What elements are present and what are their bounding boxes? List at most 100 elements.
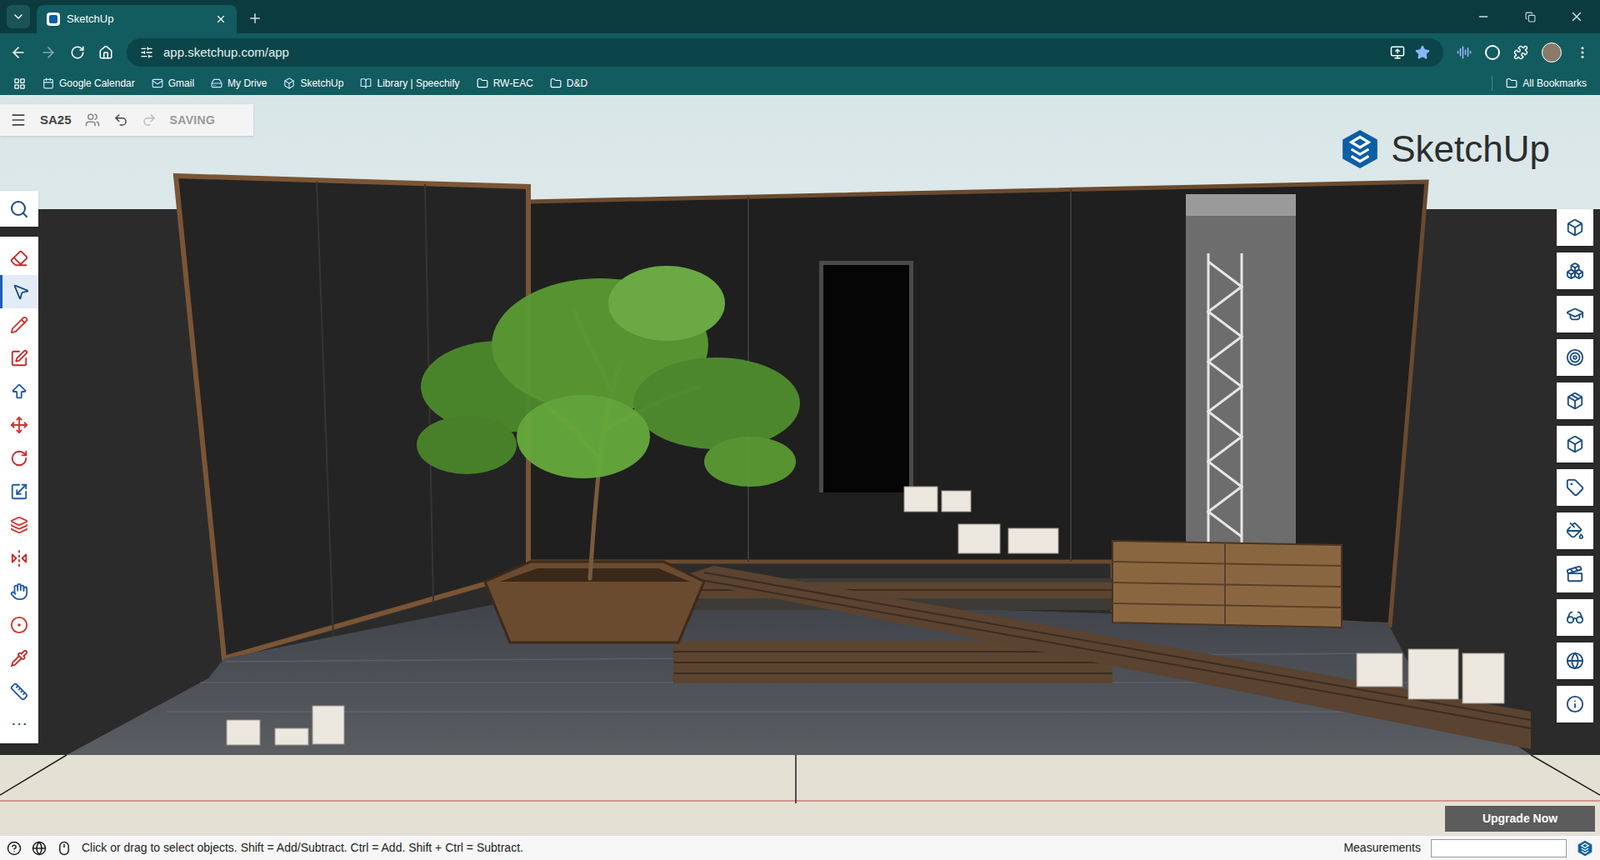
tool-button[interactable] [0, 375, 39, 409]
tool-button[interactable] [0, 275, 39, 309]
status-hint: Click or drag to select objects. Shift =… [81, 839, 524, 857]
entity-info-icon [1565, 218, 1585, 237]
panel-button[interactable] [1556, 209, 1594, 246]
panel-button[interactable] [1556, 382, 1594, 420]
extensions-icon[interactable] [1513, 45, 1529, 60]
apps-icon[interactable] [13, 77, 26, 90]
panel-button[interactable] [1556, 685, 1594, 723]
language-icon[interactable] [31, 840, 47, 856]
tool-button[interactable] [0, 675, 39, 709]
bookmark-item[interactable]: RW-EAC [476, 75, 534, 91]
sketchup-icon [283, 77, 295, 90]
panel-button[interactable] [1556, 642, 1594, 680]
all-bookmarks[interactable]: All Bookmarks [1491, 75, 1587, 91]
restore-button[interactable] [1506, 0, 1554, 34]
views-icon [1565, 608, 1585, 627]
geo-icon [1565, 651, 1585, 670]
tool-button[interactable] [0, 575, 39, 609]
new-tab-button[interactable] [243, 6, 267, 30]
bookmark-star-icon[interactable] [1415, 45, 1430, 60]
browser-tab[interactable]: SketchUp [36, 5, 237, 34]
folder-icon [550, 77, 562, 90]
panel-button[interactable] [1556, 599, 1594, 636]
tool-button[interactable] [0, 608, 39, 642]
bookmarks-bar: Google Calendar Gmail My Drive SketchUp Libr… [0, 71, 1600, 95]
info-icon [1565, 695, 1585, 714]
more-tools-button[interactable]: ⋯ [0, 708, 39, 739]
measurements-input[interactable] [1430, 839, 1567, 858]
collaborators-icon[interactable] [85, 112, 100, 128]
upgrade-button[interactable]: Upgrade Now [1445, 805, 1595, 832]
styles-icon [1565, 391, 1585, 410]
tool-button[interactable] [0, 541, 39, 575]
panel-button[interactable] [1556, 425, 1594, 463]
components-icon [1565, 261, 1585, 280]
paint-icon [10, 649, 29, 668]
model-viewport-scene[interactable] [0, 95, 1600, 835]
tape-measure-icon [10, 682, 29, 701]
bookmark-item[interactable]: Library | Speechify [360, 75, 460, 91]
help-icon[interactable] [6, 840, 22, 856]
browser-menu-icon[interactable] [1575, 45, 1590, 60]
file-panel: SA25SAVING [0, 104, 254, 136]
forward-icon[interactable] [40, 44, 57, 61]
url-field[interactable]: app.sketchup.com/app [126, 38, 1444, 67]
tool-button[interactable] [0, 308, 39, 342]
search-tool-box[interactable] [0, 190, 39, 227]
address-toolbar: app.sketchup.com/app [0, 33, 1600, 72]
bookmark-item[interactable]: My Drive [210, 75, 267, 91]
panel-button[interactable] [1556, 252, 1594, 290]
mail-icon [151, 77, 164, 90]
minimize-button[interactable] [1460, 0, 1507, 34]
bookmark-item[interactable]: D&D [550, 75, 588, 91]
close-window-button[interactable] [1553, 0, 1600, 34]
undo-icon[interactable] [113, 112, 129, 128]
folder-icon [1505, 77, 1518, 90]
panel-button[interactable] [1556, 555, 1594, 593]
select-icon [11, 282, 30, 301]
tab-list-button[interactable] [6, 5, 30, 29]
reload-icon[interactable] [70, 45, 85, 60]
rotate-icon [10, 449, 29, 468]
close-icon [1569, 9, 1585, 25]
tool-button[interactable] [0, 241, 39, 275]
tool-button[interactable] [0, 641, 39, 675]
file-name[interactable]: SA25 [40, 110, 72, 130]
panel-button[interactable] [1556, 512, 1594, 550]
hamburger-menu-icon[interactable] [10, 111, 27, 129]
restore-icon [1525, 11, 1536, 23]
status-bar: Click or drag to select objects. Shift =… [0, 835, 1600, 860]
folder-icon [476, 77, 489, 90]
minimize-icon [1476, 10, 1490, 24]
move-icon [10, 415, 29, 435]
panel-button[interactable] [1556, 295, 1594, 333]
eraser-icon [10, 249, 29, 268]
url-text: app.sketchup.com/app [163, 43, 290, 63]
install-app-icon[interactable] [1390, 45, 1405, 60]
bookmark-item[interactable]: SketchUp [283, 75, 344, 91]
drive-icon [210, 77, 223, 90]
tool-button[interactable] [0, 341, 39, 375]
panel-button[interactable] [1556, 469, 1594, 506]
home-icon[interactable] [98, 45, 114, 60]
offset-icon [10, 515, 29, 535]
bookmark-item[interactable]: Google Calendar [42, 75, 135, 91]
browser-window: SketchUp app.sketchup.com/app Google Calen… [0, 0, 1600, 860]
animation-icon [1565, 565, 1585, 584]
tool-button[interactable] [0, 508, 39, 542]
tool-button[interactable] [0, 408, 39, 442]
site-info-icon[interactable] [140, 45, 154, 60]
tool-button[interactable] [0, 441, 39, 475]
speechify-extension-icon[interactable] [1456, 45, 1472, 60]
tab-bar: SketchUp [0, 0, 1600, 34]
sketchup-logo-icon [1339, 128, 1381, 170]
tab-title: SketchUp [66, 10, 209, 28]
grammarly-extension-icon[interactable] [1485, 45, 1500, 60]
bookmark-item[interactable]: Gmail [151, 75, 195, 91]
close-tab-icon[interactable] [215, 13, 227, 25]
right-panel-bar [1556, 209, 1594, 723]
panel-button[interactable] [1556, 339, 1594, 376]
back-icon[interactable] [10, 44, 27, 61]
tool-button[interactable] [0, 475, 39, 509]
profile-avatar-icon[interactable] [1541, 42, 1562, 63]
